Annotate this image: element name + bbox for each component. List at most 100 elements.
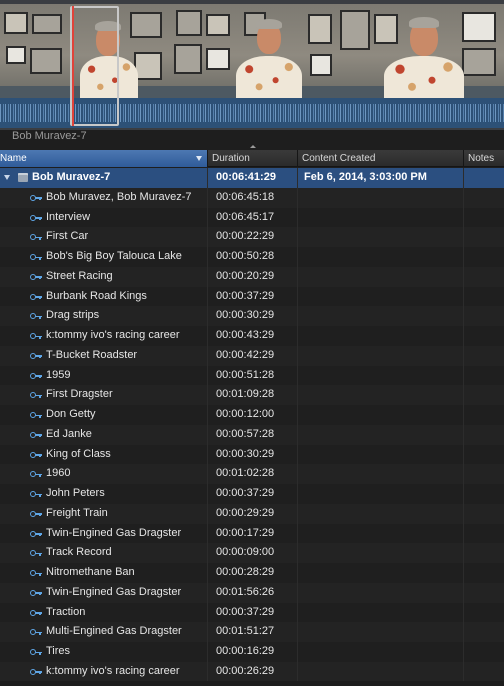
keyword-key-icon — [30, 628, 42, 636]
clip-row[interactable]: Bob Muravez-7 00:06:41:29 Feb 6, 2014, 3… — [0, 168, 504, 188]
keyword-key-icon — [30, 490, 42, 498]
keyword-row[interactable]: Multi-Engined Gas Dragster 00:01:51:27 — [0, 622, 504, 642]
clip-duration: 00:06:41:29 — [208, 168, 298, 188]
clip-notes[interactable] — [464, 168, 504, 188]
keyword-duration: 00:00:12:00 — [208, 405, 298, 425]
keyword-row[interactable]: King of Class 00:00:30:29 — [0, 444, 504, 465]
keyword-row[interactable]: Bob's Big Boy Talouca Lake 00:00:50:28 — [0, 247, 504, 267]
keyword-notes[interactable] — [464, 208, 504, 228]
keyword-row[interactable]: T-Bucket Roadster 00:00:42:29 — [0, 345, 504, 366]
keyword-row[interactable]: Street Racing 00:00:20:29 — [0, 266, 504, 287]
column-header-content-created[interactable]: Content Created — [298, 150, 464, 167]
keyword-content-created — [298, 207, 464, 228]
keyword-name: T-Bucket Roadster — [46, 348, 138, 361]
clip-name: Bob Muravez-7 — [32, 171, 111, 183]
keyword-row[interactable]: Don Getty 00:00:12:00 — [0, 405, 504, 425]
keyword-notes[interactable] — [464, 484, 504, 504]
keyword-row[interactable]: Interview 00:06:45:17 — [0, 207, 504, 228]
keyword-notes[interactable] — [464, 662, 504, 682]
keyword-duration: 00:00:30:29 — [208, 444, 298, 465]
sort-descending-icon — [196, 156, 202, 161]
keyword-row[interactable]: Freight Train 00:00:29:29 — [0, 503, 504, 524]
keyword-duration: 00:00:20:29 — [208, 266, 298, 287]
keyword-notes[interactable] — [464, 524, 504, 544]
keyword-notes[interactable] — [464, 227, 504, 247]
keyword-notes[interactable] — [464, 425, 504, 445]
column-header-name[interactable]: Name — [0, 150, 208, 167]
clip-content-created: Feb 6, 2014, 3:03:00 PM — [298, 168, 464, 188]
keyword-notes[interactable] — [464, 464, 504, 484]
playhead[interactable] — [72, 6, 74, 126]
keyword-key-icon — [30, 233, 42, 241]
column-header-duration[interactable]: Duration — [208, 150, 298, 167]
keyword-duration: 00:01:56:26 — [208, 582, 298, 603]
keyword-row[interactable]: 1959 00:00:51:28 — [0, 365, 504, 386]
keyword-row[interactable]: John Peters 00:00:37:29 — [0, 484, 504, 504]
keyword-row[interactable]: First Dragster 00:01:09:28 — [0, 385, 504, 405]
keyword-content-created — [298, 326, 464, 346]
keyword-name: 1959 — [46, 368, 71, 381]
keyword-notes[interactable] — [464, 504, 504, 524]
keyword-name: Track Record — [46, 546, 112, 559]
keyword-row[interactable]: Drag strips 00:00:30:29 — [0, 306, 504, 326]
keyword-content-created — [298, 503, 464, 524]
keyword-content-created — [298, 602, 464, 623]
keyword-notes[interactable] — [464, 306, 504, 326]
keyword-content-created — [298, 345, 464, 366]
keyword-name: k:tommy ivo's racing career — [46, 329, 180, 341]
keyword-notes[interactable] — [464, 385, 504, 405]
keyword-row[interactable]: Tires 00:00:16:29 — [0, 642, 504, 662]
keyword-row[interactable]: Bob Muravez, Bob Muravez-7 00:06:45:18 — [0, 187, 504, 208]
keyword-content-created — [298, 582, 464, 603]
keyword-notes[interactable] — [464, 603, 504, 623]
keyword-notes[interactable] — [464, 247, 504, 267]
keyword-notes[interactable] — [464, 583, 504, 603]
keyword-notes[interactable] — [464, 188, 504, 208]
skimmer-selection[interactable] — [70, 6, 119, 126]
keyword-row[interactable]: Traction 00:00:37:29 — [0, 602, 504, 623]
keyword-row[interactable]: Track Record 00:00:09:00 — [0, 543, 504, 563]
keyword-notes[interactable] — [464, 287, 504, 307]
keyword-row[interactable]: Twin-Engined Gas Dragster 00:00:17:29 — [0, 523, 504, 544]
keyword-row[interactable]: 1960 00:01:02:28 — [0, 464, 504, 484]
keyword-key-icon — [30, 470, 42, 478]
disclosure-triangle-icon[interactable] — [4, 175, 10, 180]
keyword-key-icon — [30, 332, 42, 340]
keyword-row[interactable]: Ed Janke 00:00:57:28 — [0, 424, 504, 445]
keyword-row[interactable]: Nitromethane Ban 00:00:28:29 — [0, 563, 504, 583]
keyword-row[interactable]: Burbank Road Kings 00:00:37:29 — [0, 286, 504, 307]
keyword-notes[interactable] — [464, 642, 504, 662]
keyword-duration: 00:00:37:29 — [208, 484, 298, 504]
keyword-duration: 00:00:43:29 — [208, 326, 298, 346]
keyword-notes[interactable] — [464, 622, 504, 642]
pane-divider-handle[interactable] — [250, 145, 256, 148]
keyword-row[interactable]: k:tommy ivo's racing career 00:00:26:29 — [0, 661, 504, 682]
keyword-duration: 00:00:22:29 — [208, 227, 298, 247]
thumbnail-frame[interactable] — [236, 4, 336, 98]
keyword-notes[interactable] — [464, 267, 504, 287]
keyword-name: Freight Train — [46, 506, 108, 519]
keyword-duration: 00:00:51:28 — [208, 365, 298, 386]
keyword-notes[interactable] — [464, 405, 504, 425]
keyword-notes[interactable] — [464, 445, 504, 465]
column-header-notes[interactable]: Notes — [464, 150, 504, 167]
keyword-key-icon — [30, 549, 42, 557]
keyword-duration: 00:01:02:28 — [208, 464, 298, 484]
keyword-row[interactable]: k:tommy ivo's racing career 00:00:43:29 — [0, 326, 504, 346]
filmstrip-viewer[interactable] — [0, 0, 504, 130]
keyword-content-created — [298, 424, 464, 445]
keyword-notes[interactable] — [464, 563, 504, 583]
keyword-content-created — [298, 661, 464, 682]
thumbnail-frame[interactable] — [0, 4, 70, 98]
keyword-key-icon — [30, 589, 42, 597]
keyword-name: Bob Muravez, Bob Muravez-7 — [46, 190, 192, 203]
thumbnail-frame[interactable] — [336, 4, 504, 98]
keyword-notes[interactable] — [464, 346, 504, 366]
keyword-row[interactable]: Twin-Engined Gas Dragster 00:01:56:26 — [0, 582, 504, 603]
keyword-name: John Peters — [46, 487, 105, 499]
keyword-notes[interactable] — [464, 366, 504, 386]
keyword-row[interactable]: First Car 00:00:22:29 — [0, 227, 504, 247]
keyword-notes[interactable] — [464, 543, 504, 563]
thumbnail-frame[interactable] — [170, 4, 236, 98]
keyword-notes[interactable] — [464, 326, 504, 346]
